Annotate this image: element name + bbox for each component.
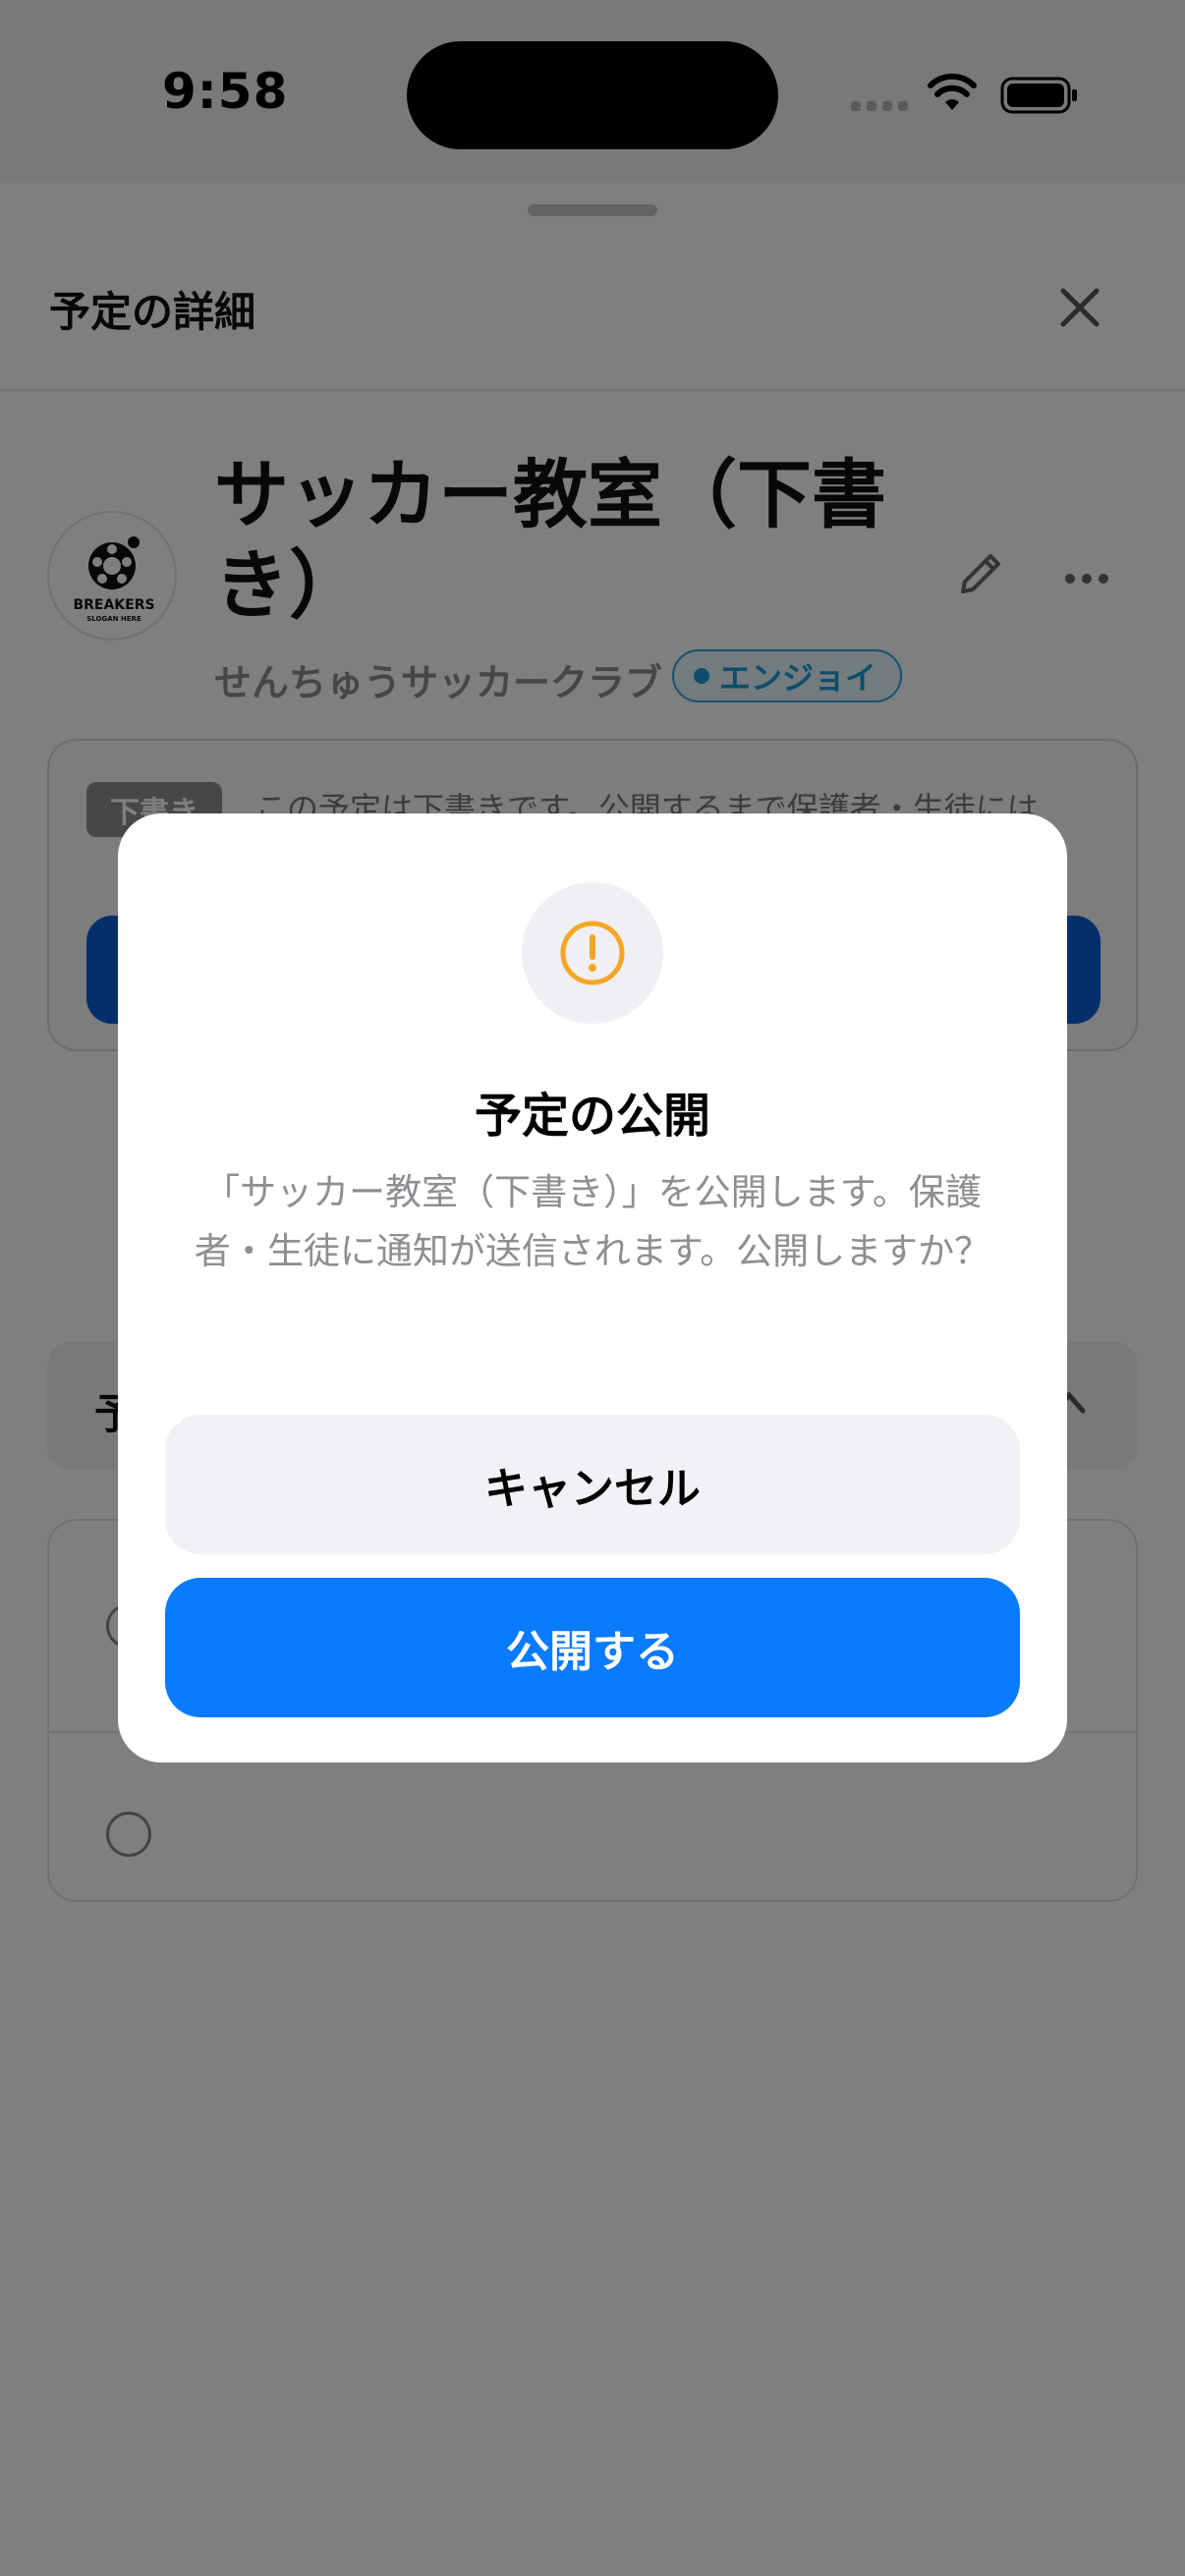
dialog-title: 予定の公開 [474,1089,710,1144]
dialog-message: 「サッカー教室（下書き）」を公開します。保護者・生徒に通知が送信されます。公開し… [194,1171,991,1272]
publish-confirm-dialog: 予定の公開 「サッカー教室（下書き）」を公開します。保護者・生徒に通知が送信され… [118,813,1067,1763]
publish-button[interactable]: 公開する [165,1578,1020,1717]
warning-icon [560,921,625,985]
warning-icon-circle [522,882,663,1024]
cancel-button[interactable]: キャンセル [165,1415,1020,1554]
